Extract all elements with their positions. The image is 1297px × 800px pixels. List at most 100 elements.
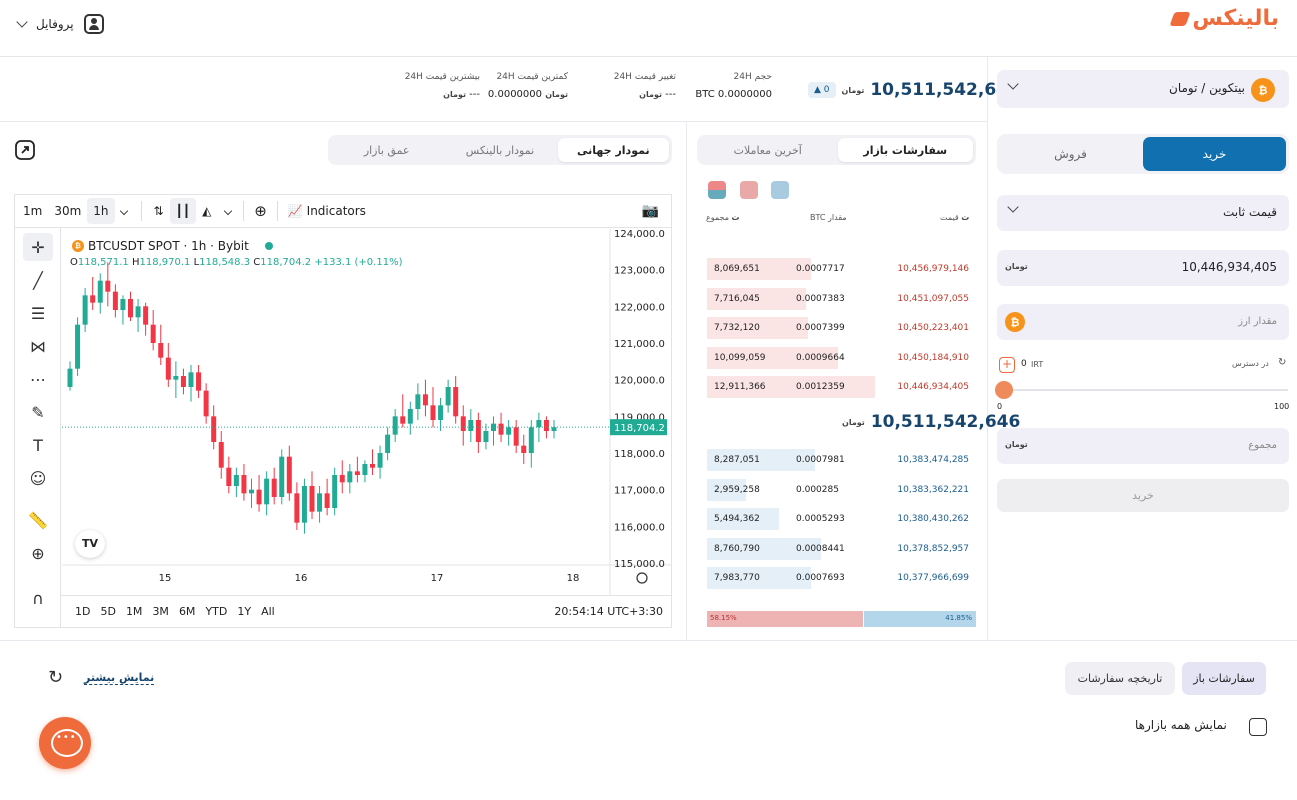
refresh-small-icon[interactable]: ↻	[1278, 357, 1286, 368]
camera-icon[interactable]: 📷	[636, 198, 665, 224]
ohlc-high: 118,970.1	[139, 257, 191, 268]
tradingview-logo-icon[interactable]: TV	[75, 530, 105, 558]
divider	[0, 640, 1297, 641]
stat-volume-value: BTC 0.0000000	[695, 89, 772, 100]
crosshair-icon[interactable]: ✛	[23, 233, 53, 261]
range-ytd[interactable]: YTD	[205, 605, 227, 618]
tradingview-chart[interactable]: 1m 30m 1h ⇅ ┃┃ ◭ ⊕ 📈 Indicators 📷 ✛ ╱ ☰ …	[14, 194, 672, 628]
ask-row[interactable]: 8,069,651 0.0007717 10,456,979,146	[707, 258, 977, 280]
order-type-select[interactable]: قیمت ثابت	[997, 195, 1289, 231]
candle-body	[294, 493, 300, 523]
interval-30m[interactable]: 30m	[48, 198, 87, 224]
tab-global-chart[interactable]: نمودار جهانی	[557, 138, 669, 162]
refresh-icon[interactable]: ↻	[48, 667, 63, 688]
ask-row[interactable]: 12,911,366 0.0012359 10,446,934,405	[707, 376, 977, 398]
bid-row[interactable]: 8,760,790 0.0008441 10,378,852,957	[707, 537, 977, 560]
toman-icon: تومان	[639, 90, 662, 99]
settings-gear-icon[interactable]	[636, 572, 648, 584]
compare-icon[interactable]: ⇅	[148, 198, 170, 224]
bitcoin-icon: ₿	[1005, 312, 1025, 332]
range-5d[interactable]: 5D	[100, 605, 115, 618]
chevron-down-icon	[1007, 201, 1019, 213]
range-3m[interactable]: 3M	[152, 605, 169, 618]
chat-support-icon[interactable]	[39, 717, 91, 769]
market-selector[interactable]: بیتکوین / تومان ₿	[997, 70, 1289, 108]
magnet-icon[interactable]: ∩	[23, 584, 53, 612]
view-asks-icon[interactable]	[740, 181, 758, 199]
ruler-icon[interactable]: 📏	[23, 506, 53, 534]
amount-slider-handle[interactable]	[995, 381, 1013, 399]
price-input[interactable]: تومان 10,446,934,405	[997, 250, 1289, 286]
interval-1h[interactable]: 1h	[87, 198, 115, 224]
view-both-icon[interactable]	[708, 181, 726, 199]
candle-body	[506, 427, 512, 435]
ob-total: 8,287,051	[714, 455, 760, 465]
y-tick-label: 123,000.0	[614, 266, 665, 277]
stat-high-label: بیشترین قیمت 24H	[404, 72, 480, 82]
deposit-plus-icon[interactable]: +	[999, 357, 1015, 373]
emoji-icon[interactable]: ☺	[23, 464, 53, 492]
tab-open-orders[interactable]: سفارشات باز	[1182, 662, 1266, 695]
tab-depth[interactable]: عمق بازار	[331, 138, 442, 162]
ob-total: 5,494,362	[714, 514, 760, 524]
bid-row[interactable]: 2,959,258 0.000285 10,383,362,221	[707, 478, 977, 501]
expand-icon[interactable]	[14, 139, 36, 161]
zoom-in-icon[interactable]: ⊕	[23, 539, 53, 567]
submit-buy-button[interactable]: خرید	[997, 479, 1289, 512]
buy-ratio: 41.85%	[945, 614, 972, 622]
brand-logo[interactable]: بالینکس	[1169, 6, 1279, 31]
ob-total: 10,099,059	[714, 352, 766, 363]
candle-body	[445, 387, 451, 406]
bid-row[interactable]: 5,494,362 0.0005293 10,380,430,262	[707, 508, 977, 530]
amount-slider-track[interactable]	[1004, 389, 1288, 391]
interval-chevron-icon[interactable]	[119, 206, 128, 216]
bid-row[interactable]: 7,983,770 0.0007693 10,377,966,699	[707, 567, 977, 589]
candle-body	[332, 475, 338, 508]
total-input[interactable]: تومان مجموع	[997, 428, 1289, 464]
ask-row[interactable]: 10,099,059 0.0009664 10,450,184,910	[707, 346, 977, 369]
text-icon[interactable]: T	[23, 431, 53, 459]
ask-row[interactable]: 7,732,120 0.0007399 10,450,223,401	[707, 317, 977, 339]
show-all-markets-checkbox[interactable]	[1249, 718, 1267, 736]
prediction-icon[interactable]: ⋯	[23, 365, 53, 393]
interval-1m[interactable]: 1m	[17, 198, 48, 224]
tab-market-orders[interactable]: سفارشات بازار	[837, 138, 973, 162]
available-value: 0	[1021, 359, 1027, 369]
area-type-icon[interactable]: ◭	[196, 198, 217, 224]
toman-icon: تومان	[842, 417, 865, 427]
trendline-icon[interactable]: ╱	[23, 266, 53, 294]
ask-row[interactable]: 7,716,045 0.0007383 10,451,097,055	[707, 287, 977, 310]
add-symbol-icon[interactable]: ⊕	[248, 198, 273, 224]
brush-icon[interactable]: ✎	[23, 398, 53, 426]
tab-balinex-chart[interactable]: نمودار بالینکس	[444, 138, 555, 162]
indicators-label: Indicators	[306, 204, 366, 218]
range-6m[interactable]: 6M	[179, 605, 196, 618]
chart-type-chevron-icon[interactable]	[224, 206, 233, 216]
show-more-link[interactable]: نمایش بیشتر	[84, 671, 155, 685]
amount-input[interactable]: ₿ مقدار ارز	[997, 304, 1289, 340]
chevron-down-icon	[16, 16, 28, 28]
candle-body	[528, 427, 534, 453]
range-1y[interactable]: 1Y	[237, 605, 251, 618]
range-1m[interactable]: 1M	[126, 605, 143, 618]
view-bids-icon[interactable]	[771, 181, 789, 199]
pattern-icon[interactable]: ⋈	[23, 332, 53, 360]
ob-price: 10,383,362,221	[897, 484, 969, 495]
candle-body	[422, 394, 428, 406]
tab-order-history[interactable]: تاریخچه سفارشات	[1065, 662, 1175, 695]
candle-body	[233, 475, 239, 486]
sell-tab[interactable]: فروش	[999, 137, 1142, 171]
bid-row[interactable]: 8,287,051 0.0007981 10,383,474,285	[707, 449, 977, 471]
profile-menu[interactable]: پروفایل	[16, 14, 104, 34]
x-tick-label: 17	[431, 573, 444, 584]
indicators-button[interactable]: 📈 Indicators	[282, 198, 372, 224]
fib-icon[interactable]: ☰	[23, 299, 53, 327]
price-chart[interactable]: 124,000.0 123,000.0 122,000.0 121,000.0 120,…	[62, 229, 671, 595]
buy-tab[interactable]: خرید	[1143, 137, 1286, 171]
range-all[interactable]: All	[261, 605, 275, 618]
slider-max: 100	[1274, 402, 1290, 411]
ob-amount: 0.0007399	[796, 323, 845, 333]
range-1d[interactable]: 1D	[75, 605, 90, 618]
candle-type-icon[interactable]: ┃┃	[169, 198, 197, 224]
tab-last-trades[interactable]: آخرین معاملات	[700, 138, 836, 162]
